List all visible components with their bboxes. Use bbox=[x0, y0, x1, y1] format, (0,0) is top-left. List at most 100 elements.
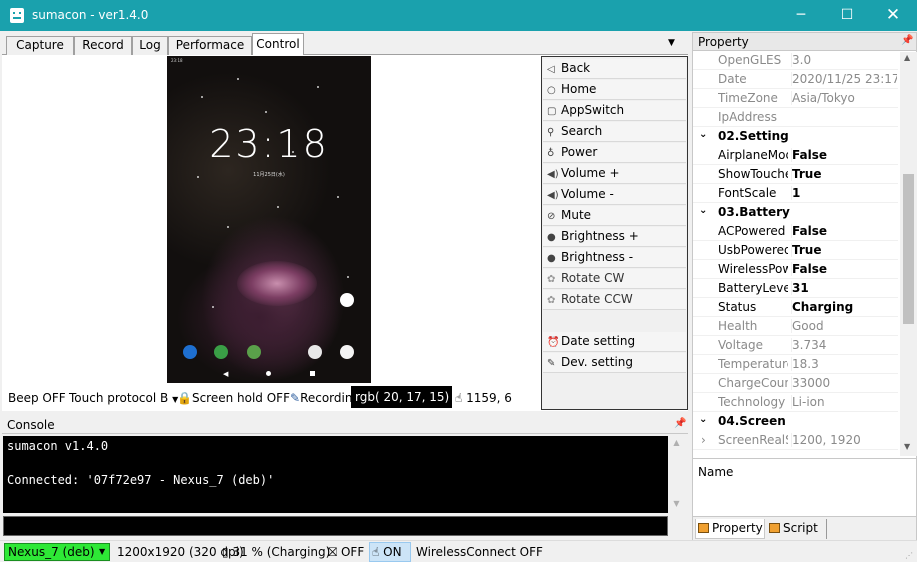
close-button[interactable]: ✕ bbox=[870, 0, 916, 31]
console-command-input[interactable] bbox=[3, 516, 668, 536]
property-row[interactable]: Date 2020/11/25 23:17 bbox=[693, 70, 898, 89]
property-value[interactable]: 3.0 bbox=[791, 53, 897, 67]
chevron-down-icon[interactable]: ⌄ bbox=[699, 414, 707, 425]
recording-pencil-icon: ✎ bbox=[290, 391, 301, 405]
property-value[interactable]: True bbox=[791, 243, 897, 257]
brightness-down-button[interactable]: ● Brightness - bbox=[543, 248, 686, 268]
console-scrollbar[interactable]: ▲ ▼ bbox=[668, 436, 685, 513]
property-value[interactable]: 1200, 1920 bbox=[791, 433, 897, 447]
chevron-down-icon[interactable]: ⌄ bbox=[699, 129, 707, 140]
rotate-icon: ✿ bbox=[547, 295, 556, 306]
property-name: ChargeCount bbox=[718, 376, 788, 390]
property-value[interactable]: False bbox=[791, 148, 897, 162]
tab-control[interactable]: Control bbox=[252, 33, 304, 56]
tab-capture[interactable]: Capture bbox=[6, 36, 74, 55]
wireless-connect-toggle[interactable]: WirelessConnect OFF bbox=[416, 545, 543, 559]
pencil-icon: ✎ bbox=[547, 358, 556, 369]
touch-protocol-dropdown[interactable]: Touch protocol B ▼ bbox=[69, 391, 178, 405]
recording-toggle[interactable]: ✎Recordin bbox=[290, 391, 352, 405]
gmail-icon bbox=[308, 345, 322, 359]
property-row[interactable]: IpAddress bbox=[693, 108, 898, 127]
property-value[interactable]: 3.734 bbox=[791, 338, 897, 352]
tab-performace[interactable]: Performace bbox=[168, 36, 252, 55]
mute-button[interactable]: ⊘ Mute bbox=[543, 206, 686, 226]
power-button[interactable]: ♁ Power bbox=[543, 143, 686, 163]
property-value[interactable]: 2020/11/25 23:17 bbox=[791, 72, 897, 86]
pin-icon[interactable]: 📌 bbox=[901, 35, 913, 46]
property-row[interactable]: FontScale 1 bbox=[693, 184, 898, 203]
minimize-button[interactable]: ─ bbox=[778, 0, 824, 31]
screen-off-toggle[interactable]: ⛝ OFF bbox=[328, 545, 364, 560]
scroll-up-icon[interactable]: ▲ bbox=[904, 53, 910, 62]
property-row[interactable]: ACPowered False bbox=[693, 222, 898, 241]
property-scrollbar[interactable]: ▲ ▼ bbox=[900, 52, 917, 456]
property-row[interactable]: Technology Li-ion bbox=[693, 393, 898, 412]
tab-record[interactable]: Record bbox=[74, 36, 132, 55]
property-value[interactable]: 33000 bbox=[791, 376, 897, 390]
tab-list-dropdown-icon[interactable]: ▼ bbox=[668, 38, 675, 48]
phone-date: 11月25日(水) bbox=[253, 172, 285, 178]
property-name: Date bbox=[718, 72, 747, 86]
property-row[interactable]: Status Charging bbox=[693, 298, 898, 317]
tab-log[interactable]: Log bbox=[132, 36, 168, 55]
maximize-button[interactable]: ☐ bbox=[824, 0, 870, 31]
property-value[interactable]: False bbox=[791, 262, 897, 276]
property-value[interactable]: 31 bbox=[791, 281, 897, 295]
rotate-cw-button[interactable]: ✿ Rotate CW bbox=[543, 269, 686, 289]
search-button[interactable]: ⚲ Search bbox=[543, 122, 686, 142]
volume-up-button[interactable]: ◀) Volume + bbox=[543, 164, 686, 184]
scroll-down-icon[interactable]: ▼ bbox=[904, 442, 910, 451]
property-value[interactable]: Li-ion bbox=[791, 395, 897, 409]
property-row[interactable]: WirelessPoweFalse bbox=[693, 260, 898, 279]
property-row[interactable]: Temperature 18.3 bbox=[693, 355, 898, 374]
property-value[interactable]: Asia/Tokyo bbox=[791, 91, 897, 105]
property-category[interactable]: ⌄ 03.Battery bbox=[693, 203, 898, 222]
scroll-thumb[interactable] bbox=[903, 174, 914, 324]
script-tab-icon bbox=[769, 523, 780, 533]
property-row[interactable]: ChargeCount33000 bbox=[693, 374, 898, 393]
console-output[interactable]: sumacon v1.4.0 Connected: '07f72e97 - Ne… bbox=[3, 436, 668, 513]
property-row[interactable]: › ScreenRealSiz1200, 1920 bbox=[693, 431, 898, 450]
property-row[interactable]: Voltage 3.734 bbox=[693, 336, 898, 355]
device-screen-mirror[interactable]: 23:18 23:18 11月25日(水) ◀ bbox=[167, 56, 371, 383]
property-category[interactable]: ⌄ 04.Screen bbox=[693, 412, 898, 431]
home-circle-icon: ○ bbox=[547, 85, 556, 96]
property-row[interactable]: BatteryLevel 31 bbox=[693, 279, 898, 298]
property-row[interactable]: TimeZone Asia/Tokyo bbox=[693, 89, 898, 108]
property-row[interactable]: AirplaneMod False bbox=[693, 146, 898, 165]
property-category[interactable]: ⌄ 02.Setting bbox=[693, 127, 898, 146]
tab-script[interactable]: Script bbox=[767, 519, 827, 539]
resize-grip-icon[interactable]: ⋰ bbox=[905, 551, 915, 561]
property-value[interactable]: False bbox=[791, 224, 897, 238]
chevron-right-icon[interactable]: › bbox=[701, 433, 706, 447]
property-name: WirelessPowe bbox=[718, 262, 788, 276]
tab-property[interactable]: Property bbox=[695, 519, 765, 539]
battery-status: ▯ 31 % (Charging) bbox=[222, 545, 330, 559]
property-description-name: Name bbox=[698, 465, 734, 479]
property-row[interactable]: ShowTouche True bbox=[693, 165, 898, 184]
back-button[interactable]: ◁ Back bbox=[543, 59, 686, 79]
property-row[interactable]: OpenGLES 3.0 bbox=[693, 51, 898, 70]
nav-home-icon bbox=[266, 371, 271, 376]
volume-down-button[interactable]: ◀) Volume - bbox=[543, 185, 686, 205]
show-touches-toggle[interactable]: ☝ ON bbox=[369, 542, 411, 562]
date-setting-button[interactable]: ⏰ Date setting bbox=[543, 332, 686, 352]
screen-hold-toggle[interactable]: 🔒Screen hold OFF bbox=[177, 391, 290, 405]
chevron-down-icon: ▼ bbox=[99, 547, 106, 556]
property-value[interactable]: 1 bbox=[791, 186, 897, 200]
dev-setting-button[interactable]: ✎ Dev. setting bbox=[543, 353, 686, 373]
pin-icon[interactable]: 📌 bbox=[674, 418, 686, 429]
property-value[interactable]: 18.3 bbox=[791, 357, 897, 371]
property-value[interactable]: True bbox=[791, 167, 897, 181]
chevron-down-icon[interactable]: ⌄ bbox=[699, 205, 707, 216]
property-value[interactable]: Charging bbox=[791, 300, 897, 314]
home-button[interactable]: ○ Home bbox=[543, 80, 686, 100]
rotate-ccw-button[interactable]: ✿ Rotate CCW bbox=[543, 290, 686, 310]
property-row[interactable]: UsbPowered True bbox=[693, 241, 898, 260]
device-selector[interactable]: Nexus_7 (deb) ▼ bbox=[4, 543, 110, 561]
brightness-up-button[interactable]: ● Brightness + bbox=[543, 227, 686, 247]
beep-toggle[interactable]: Beep OFF bbox=[8, 391, 66, 405]
property-row[interactable]: Health Good bbox=[693, 317, 898, 336]
property-value[interactable]: Good bbox=[791, 319, 897, 333]
appswitch-button[interactable]: ▢ AppSwitch bbox=[543, 101, 686, 121]
